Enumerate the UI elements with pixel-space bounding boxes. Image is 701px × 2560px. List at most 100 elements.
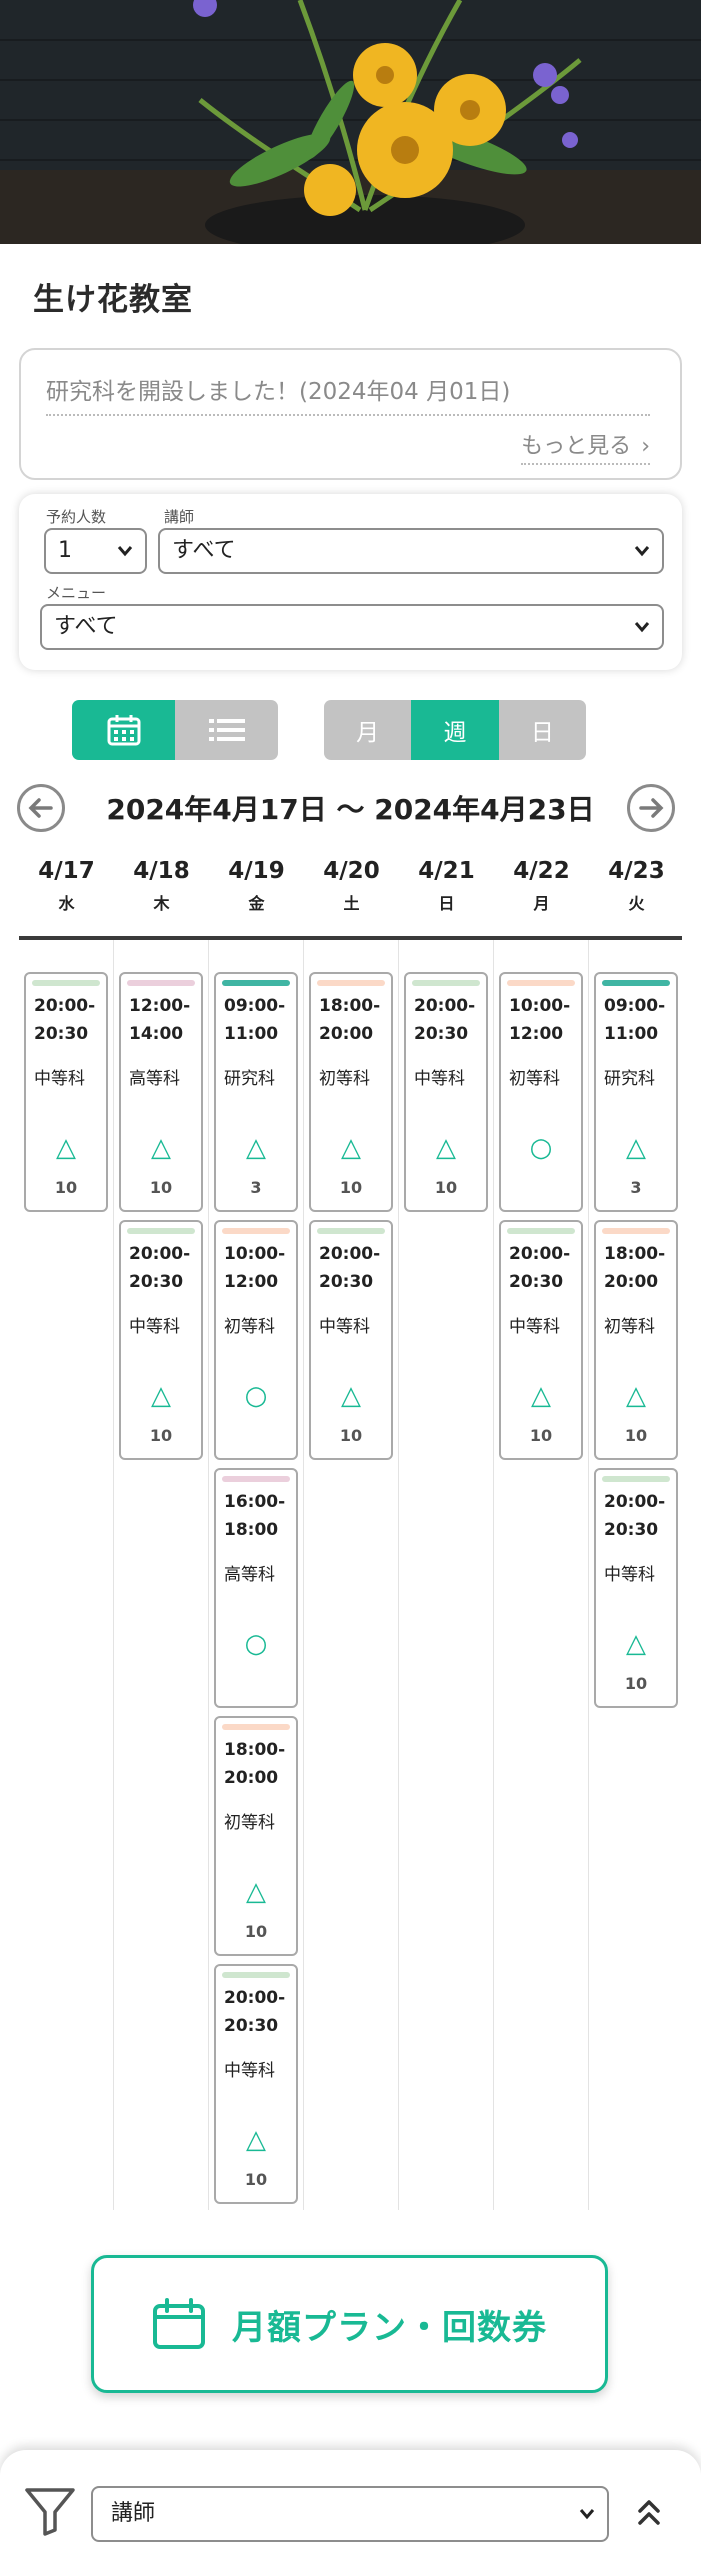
people-select-value: 1 — [58, 538, 72, 563]
slot-time-end: 11:00 — [224, 1024, 279, 1044]
slot-class: 中等科 — [604, 1565, 655, 1585]
slot-color-bar — [222, 980, 290, 986]
column-divider — [208, 940, 209, 2210]
next-week-button[interactable] — [627, 784, 675, 832]
column-divider — [303, 940, 304, 2210]
lesson-slot[interactable]: 20:00- 20:30 中等科 △ 10 — [214, 1964, 298, 2204]
availability-icon: △ — [341, 1381, 361, 1411]
remaining-count: 10 — [339, 1178, 363, 1197]
menu-select-value: すべて — [54, 614, 118, 639]
slot-class: 研究科 — [604, 1069, 655, 1089]
day-weekday: 木 — [153, 894, 170, 913]
instructor-select[interactable]: すべて — [158, 528, 664, 574]
lesson-slot[interactable]: 20:00- 20:30 中等科 △ 10 — [309, 1220, 393, 1460]
availability-icon: △ — [436, 1133, 456, 1163]
day-date: 4/20 — [323, 858, 380, 884]
lesson-slot[interactable]: 20:00- 20:30 中等科 △ 10 — [594, 1468, 678, 1708]
slot-time-end: 20:30 — [34, 1024, 89, 1044]
remaining-count: 10 — [149, 1178, 173, 1197]
availability-icon: △ — [151, 1133, 171, 1163]
people-select[interactable]: 1 — [44, 528, 147, 574]
lesson-slot[interactable]: 20:00- 20:30 中等科 △ 10 — [119, 1220, 203, 1460]
slot-time-start: 12:00- — [129, 996, 191, 1016]
slot-color-bar — [602, 980, 670, 986]
availability-icon: △ — [246, 2125, 266, 2155]
slot-time-start: 10:00- — [224, 1244, 286, 1264]
day-header: 4/17 水 — [19, 858, 114, 914]
day-date: 4/18 — [133, 858, 190, 884]
lesson-slot[interactable]: 18:00- 20:00 初等科 △ 10 — [214, 1716, 298, 1956]
slot-time-end: 20:30 — [509, 1272, 564, 1292]
lesson-slot[interactable]: 18:00- 20:00 初等科 △ 10 — [309, 972, 393, 1212]
slot-time-start: 20:00- — [509, 1244, 571, 1264]
more-link-label: もっと見る — [521, 434, 632, 459]
menu-select[interactable]: すべて — [40, 604, 664, 650]
slot-time-end: 20:00 — [224, 1768, 279, 1788]
instructor-filter-select[interactable]: 講師 — [91, 2486, 609, 2542]
news-item[interactable]: 研究科を開設しました！(2024年04 月01日) — [46, 372, 650, 416]
slot-time: 20:00- 20:30 — [224, 1984, 285, 2040]
slot-class: 初等科 — [319, 1069, 370, 1089]
list-view-button[interactable] — [175, 700, 278, 760]
availability-icon: △ — [151, 1381, 171, 1411]
lesson-slot[interactable]: 20:00- 20:30 中等科 △ 10 — [24, 972, 108, 1212]
lesson-slot[interactable]: 20:00- 20:30 中等科 △ 10 — [404, 972, 488, 1212]
slot-color-bar — [507, 1228, 575, 1234]
slot-time: 10:00- 12:00 — [224, 1240, 285, 1296]
slot-class: 中等科 — [129, 1317, 180, 1337]
slot-time: 20:00- 20:30 — [319, 1240, 380, 1296]
view-toggle — [72, 700, 278, 760]
slot-class: 中等科 — [509, 1317, 560, 1337]
remaining-count: 3 — [630, 1178, 642, 1197]
slot-color-bar — [222, 1228, 290, 1234]
more-link[interactable]: もっと見る › — [521, 428, 650, 465]
day-weekday: 月 — [533, 894, 550, 913]
chevron-down-icon — [579, 2509, 595, 2520]
double-chevron-up-icon[interactable] — [634, 2494, 664, 2530]
remaining-count: 3 — [250, 1178, 262, 1197]
lesson-slot[interactable]: 12:00- 14:00 高等科 △ 10 — [119, 972, 203, 1212]
week-tab[interactable]: 週 — [411, 700, 499, 760]
lesson-slot[interactable]: 20:00- 20:30 中等科 △ 10 — [499, 1220, 583, 1460]
slot-time-start: 18:00- — [224, 1740, 286, 1760]
monthly-plan-button[interactable]: 月額プラン・回数券 — [91, 2255, 608, 2393]
day-header: 4/22 月 — [494, 858, 589, 914]
calendar-icon — [153, 2298, 205, 2349]
instructor-filter-value: 講師 — [111, 2501, 156, 2526]
slot-time-start: 16:00- — [224, 1492, 286, 1512]
slot-time-end: 11:00 — [604, 1024, 659, 1044]
remaining-count: 10 — [434, 1178, 458, 1197]
slot-time: 12:00- 14:00 — [129, 992, 190, 1048]
lesson-slot[interactable]: 16:00- 18:00 高等科 ○ — [214, 1468, 298, 1708]
day-date: 4/17 — [38, 858, 95, 884]
slot-time-start: 20:00- — [224, 1988, 286, 2008]
filter-icon[interactable] — [24, 2486, 76, 2536]
lesson-slot[interactable]: 09:00- 11:00 研究科 △ 3 — [594, 972, 678, 1212]
list-icon — [208, 719, 245, 741]
slot-time-start: 20:00- — [604, 1492, 666, 1512]
calendar-view-button[interactable] — [72, 700, 175, 760]
slot-color-bar — [317, 1228, 385, 1234]
slot-color-bar — [317, 980, 385, 986]
slot-time: 18:00- 20:00 — [319, 992, 380, 1048]
lesson-slot[interactable]: 10:00- 12:00 初等科 ○ — [214, 1220, 298, 1460]
lesson-slot[interactable]: 18:00- 20:00 初等科 △ 10 — [594, 1220, 678, 1460]
day-weekday: 土 — [343, 894, 360, 913]
day-header: 4/19 金 — [209, 858, 304, 914]
slot-color-bar — [222, 1724, 290, 1730]
flower-arrangement-image — [0, 0, 701, 244]
slot-color-bar — [222, 1476, 290, 1482]
availability-icon: △ — [531, 1381, 551, 1411]
chevron-down-icon — [117, 546, 133, 557]
month-tab[interactable]: 月 — [324, 700, 412, 760]
column-divider — [398, 940, 399, 2210]
slot-class: 中等科 — [224, 2061, 275, 2081]
slot-class: 初等科 — [509, 1069, 560, 1089]
monthly-plan-label: 月額プラン・回数券 — [232, 2307, 547, 2348]
availability-icon: △ — [626, 1381, 646, 1411]
day-header: 4/20 土 — [304, 858, 399, 914]
day-tab[interactable]: 日 — [498, 700, 586, 760]
lesson-slot[interactable]: 09:00- 11:00 研究科 △ 3 — [214, 972, 298, 1212]
day-weekday: 水 — [58, 894, 75, 913]
lesson-slot[interactable]: 10:00- 12:00 初等科 ○ — [499, 972, 583, 1212]
